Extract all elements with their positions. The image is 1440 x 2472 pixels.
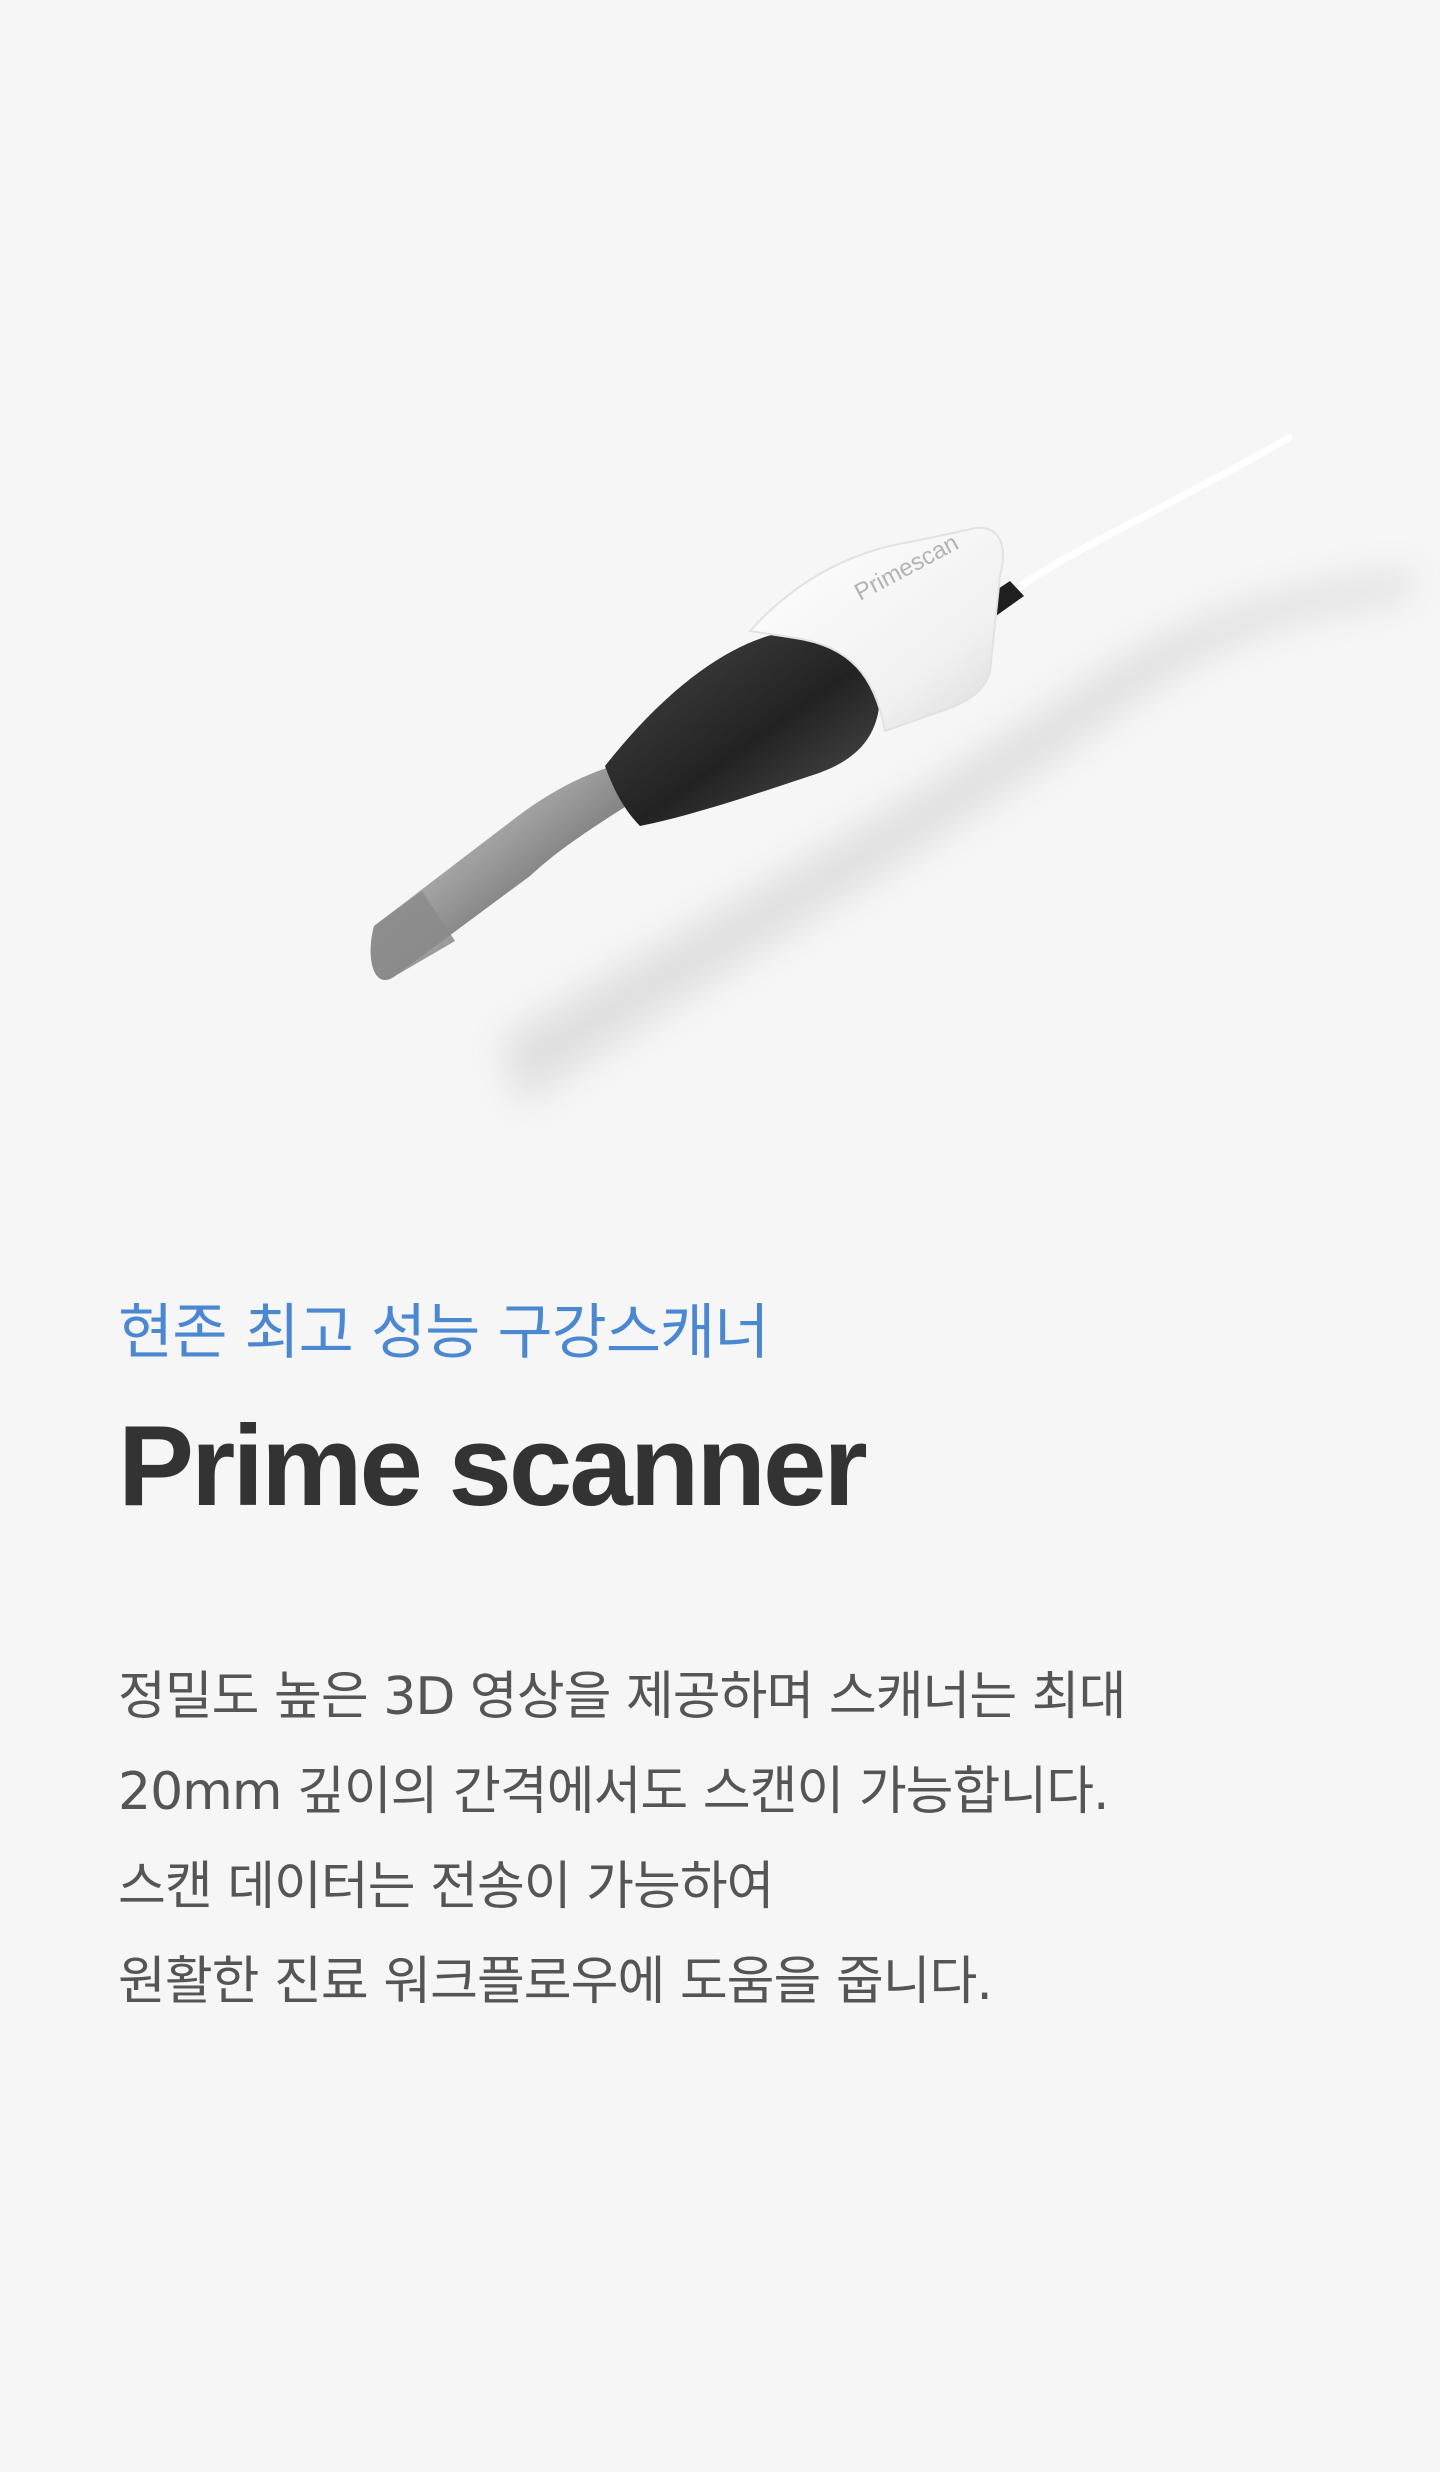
product-description: 정밀도 높은 3D 영상을 제공하며 스캐너는 최대 20mm 깊이의 간격에서…	[118, 1650, 1318, 2030]
scanner-grip	[605, 632, 881, 826]
intraoral-scanner-illustration: Primescan	[370, 434, 1420, 1106]
intraoral-scanner-image: Primescan	[340, 416, 1440, 1136]
product-intro-page: Primescan 현존 최고 성능 구강스캐너 Prime scanner 정…	[0, 0, 1440, 2472]
scanner-cable	[1010, 434, 1293, 595]
description-line-1: 정밀도 높은 3D 영상을 제공하며 스캐너는 최대	[118, 1667, 1126, 1727]
product-subtitle: 현존 최고 성능 구강스캐너	[118, 1298, 769, 1368]
description-line-2: 20mm 깊이의 간격에서도 스캔이 가능합니다.	[118, 1762, 1110, 1822]
product-copy: 현존 최고 성능 구강스캐너 Prime scanner 정밀도 높은 3D 영…	[118, 1290, 1318, 2030]
description-line-4: 원활한 진료 워크플로우에 도움을 줍니다.	[118, 1952, 993, 2012]
description-line-3: 스캔 데이터는 전송이 가능하여	[118, 1857, 775, 1917]
product-title: Prime scanner	[118, 1403, 868, 1530]
